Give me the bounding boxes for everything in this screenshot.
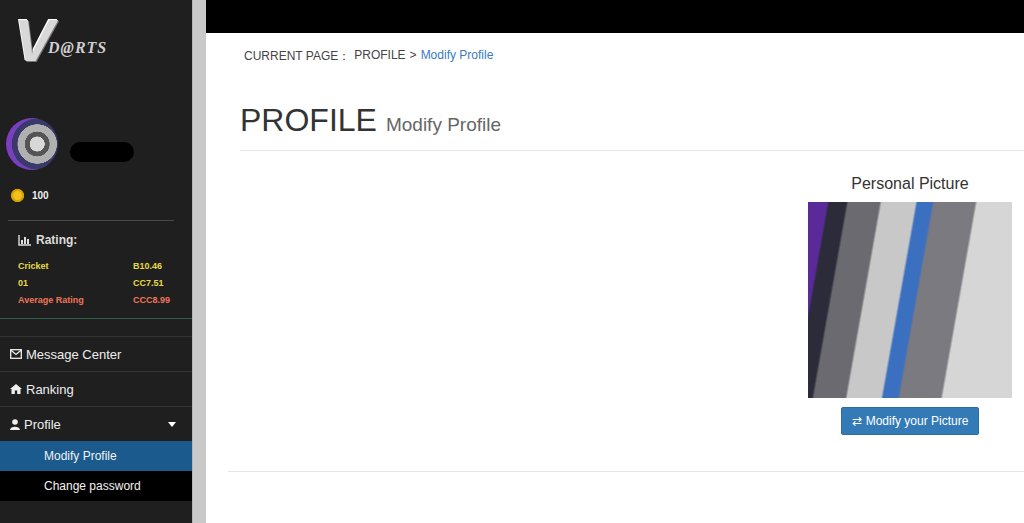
user-icon xyxy=(10,419,20,430)
top-bar xyxy=(206,0,1024,33)
menu-item[interactable]: Ranking xyxy=(0,371,192,406)
avatar[interactable] xyxy=(6,118,58,170)
coin-count: 100 xyxy=(32,190,49,201)
swap-icon: ⇄ xyxy=(852,414,862,428)
menu-item[interactable]: Message Center xyxy=(0,336,192,371)
menu-item[interactable]: Profile xyxy=(0,406,192,441)
menu-label: Profile xyxy=(24,417,164,432)
rating-label: 01 xyxy=(18,278,133,288)
breadcrumb-item[interactable]: PROFILE xyxy=(354,48,405,65)
profile-body: Personal Picture ⇄ Modify your Picture xyxy=(240,151,1024,435)
page-heading: PROFILE Modify Profile xyxy=(240,103,1024,151)
submenu-item[interactable]: Change password xyxy=(0,471,192,501)
breadcrumb-prefix: CURRENT PAGE： xyxy=(244,48,350,65)
logo-text: D@RTS xyxy=(48,39,107,57)
coins: 100 xyxy=(0,186,192,204)
rating-row: CricketB10.46 xyxy=(18,257,184,274)
rating-row: 01CC7.51 xyxy=(18,274,184,291)
caret-icon xyxy=(168,422,176,427)
content: CURRENT PAGE：PROFILE>Modify ProfilePROFI… xyxy=(206,33,1024,472)
menu-label: Ranking xyxy=(26,382,182,397)
rating-title: Rating: xyxy=(18,233,184,247)
menu: Message Center Ranking Profile Modify Profi… xyxy=(0,336,192,501)
user-name-redacted xyxy=(70,142,134,162)
picture-label: Personal Picture xyxy=(851,175,968,193)
rating-value: B10.46 xyxy=(133,261,184,271)
envelope-icon xyxy=(10,349,22,359)
divider xyxy=(8,220,174,221)
submenu-item[interactable]: Modify Profile xyxy=(0,441,192,471)
main: CURRENT PAGE：PROFILE>Modify ProfilePROFI… xyxy=(206,0,1024,523)
logo[interactable]: VD@RTS xyxy=(0,0,192,80)
sidebar: VD@RTS100Rating:CricketB10.4601CC7.51Ave… xyxy=(0,0,192,523)
modify-picture-button[interactable]: ⇄ Modify your Picture xyxy=(841,407,980,435)
logo-initial: V xyxy=(14,11,54,71)
personal-picture xyxy=(808,202,1012,398)
rating-label: Cricket xyxy=(18,261,133,271)
breadcrumb-current[interactable]: Modify Profile xyxy=(421,48,494,65)
rating-row: Average RatingCCC8.99 xyxy=(18,291,184,308)
rating-label: Average Rating xyxy=(18,295,133,305)
menu-label: Message Center xyxy=(26,347,182,362)
rating-panel: Rating:CricketB10.4601CC7.51Average Rati… xyxy=(0,221,192,308)
page-title: PROFILE xyxy=(240,103,377,138)
divider xyxy=(228,471,1024,472)
rating-value: CCC8.99 xyxy=(133,295,184,305)
home-icon xyxy=(10,384,22,394)
coin-icon xyxy=(11,189,24,202)
scrollbar[interactable] xyxy=(192,0,206,523)
rating-value: CC7.51 xyxy=(133,278,184,288)
page-subtitle: Modify Profile xyxy=(386,114,501,136)
divider xyxy=(0,318,192,319)
app: VD@RTS100Rating:CricketB10.4601CC7.51Ave… xyxy=(0,0,1024,523)
user-info xyxy=(0,118,192,170)
breadcrumb: CURRENT PAGE：PROFILE >Modify Profile xyxy=(240,33,1024,65)
picture-panel: Personal Picture ⇄ Modify your Picture xyxy=(808,175,1012,435)
breadcrumb-separator: > xyxy=(410,48,417,65)
button-label: Modify your Picture xyxy=(866,414,969,428)
bar-chart-icon xyxy=(18,235,31,246)
